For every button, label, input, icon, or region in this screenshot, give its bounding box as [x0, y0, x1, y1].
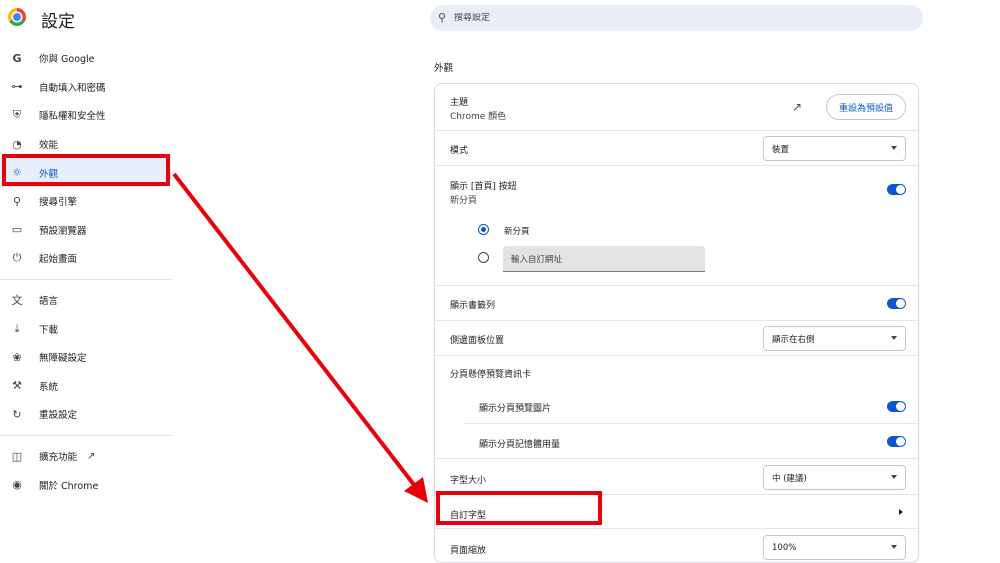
annotation-box-custom-fonts: [436, 491, 602, 525]
side-panel-select-value: 顯示在右側: [772, 334, 815, 345]
home-button-row: 顯示 [首頁] 按鈕 新分頁 新分頁 輸入自訂網址: [435, 165, 918, 285]
sidebar-item-downloads[interactable]: ⤓ 下載: [0, 314, 172, 343]
chevron-right-icon: [899, 509, 903, 515]
sidebar-item-search-engine[interactable]: ⚲ 搜尋引擎: [0, 187, 172, 216]
home-button-sub: 新分頁: [450, 196, 478, 206]
sidebar-item-label: 你與 Google: [39, 54, 95, 66]
reset-icon: ↻: [12, 407, 22, 421]
reset-theme-button[interactable]: 重設為預設值: [826, 94, 906, 120]
page-zoom-select-value: 100%: [772, 542, 797, 553]
tab-preview-image-row: 顯示分頁預覽圖片: [435, 389, 918, 423]
tab-preview-image-toggle[interactable]: [887, 401, 906, 412]
custom-url-radio[interactable]: [478, 252, 489, 263]
font-size-row: 字型大小 中 (建議): [435, 458, 918, 494]
tab-hover-label: 分頁懸停預覽資訊卡: [450, 370, 532, 380]
sidebar-item-label: 起始畫面: [39, 254, 78, 266]
dropdown-arrow-icon: [891, 336, 897, 340]
side-panel-label: 側邊面板位置: [450, 336, 505, 346]
sidebar-item-label: 語言: [39, 296, 59, 308]
bookmarks-bar-label: 顯示書籤列: [450, 301, 496, 311]
chrome-logo-icon: [8, 8, 26, 26]
tab-hover-row: 分頁懸停預覽資訊卡: [435, 355, 918, 389]
sidebar-item-label: 搜尋引擎: [39, 197, 78, 209]
sidebar-item-you-and-google[interactable]: G 你與 Google: [0, 44, 172, 73]
tab-memory-label: 顯示分頁記憶體用量: [479, 440, 561, 450]
sidebar-item-default-browser[interactable]: ▭ 預設瀏覽器: [0, 216, 172, 245]
bookmarks-bar-toggle[interactable]: [887, 298, 906, 309]
puzzle-icon: ◫: [11, 449, 23, 463]
sidebar-item-label: 效能: [39, 140, 59, 152]
font-size-select-value: 中 (建議): [772, 473, 807, 484]
mode-select-value: 裝置: [772, 144, 790, 155]
sidebar-item-system[interactable]: ⚒ 系統: [0, 372, 172, 401]
key-icon: ⊶: [11, 80, 23, 94]
theme-label: 主題: [450, 98, 469, 108]
sidebar-item-label: 重設設定: [39, 410, 78, 422]
sidebar: G 你與 Google ⊶ 自動填入和密碼 ⛨ 隱私權和安全性 ◔ 效能 ☼ 外…: [0, 44, 172, 499]
home-button-label: 顯示 [首頁] 按鈕: [450, 182, 517, 192]
accessibility-icon: ❀: [12, 350, 22, 364]
sidebar-item-on-startup[interactable]: ⏻ 起始畫面: [0, 244, 172, 273]
theme-value: Chrome 顏色: [450, 112, 507, 122]
page-zoom-label: 頁面縮放: [450, 546, 487, 556]
sidebar-item-label: 擴充功能: [39, 452, 78, 464]
bookmarks-bar-row: 顯示書籤列: [435, 285, 918, 320]
sidebar-item-privacy[interactable]: ⛨ 隱私權和安全性: [0, 101, 172, 130]
mode-select[interactable]: 裝置: [763, 136, 906, 161]
sidebar-item-label: 無障礙設定: [39, 353, 87, 365]
sidebar-item-about-chrome[interactable]: ◉ 關於 Chrome: [0, 470, 172, 499]
browser-window-icon: ▭: [11, 223, 23, 237]
new-tab-radio-label: 新分頁: [504, 227, 530, 237]
open-in-new-icon[interactable]: ↗: [792, 100, 802, 114]
annotation-box-appearance: [2, 154, 170, 186]
sidebar-item-label: 隱私權和安全性: [39, 111, 106, 123]
dropdown-arrow-icon: [891, 146, 897, 150]
divider: [0, 434, 172, 436]
power-icon: ⏻: [12, 251, 22, 265]
page-zoom-select[interactable]: 100%: [763, 535, 906, 560]
search-icon: ⚲: [12, 194, 22, 208]
sidebar-item-reset[interactable]: ↻ 重設設定: [0, 400, 172, 429]
tab-memory-row: 顯示分頁記憶體用量: [465, 423, 918, 458]
search-input[interactable]: [454, 13, 894, 23]
tab-memory-toggle[interactable]: [887, 436, 906, 447]
sidebar-item-label: 關於 Chrome: [39, 480, 99, 492]
dropdown-arrow-icon: [891, 475, 897, 479]
settings-page: 設定 ⚲ G 你與 Google ⊶ 自動填入和密碼 ⛨ 隱私權和安全性 ◔ 效…: [0, 0, 1000, 563]
sidebar-item-accessibility[interactable]: ❀ 無障礙設定: [0, 343, 172, 372]
page-zoom-row: 頁面縮放 100%: [435, 528, 918, 562]
wrench-icon: ⚒: [12, 379, 22, 393]
font-size-select[interactable]: 中 (建議): [763, 465, 906, 490]
divider: [0, 278, 172, 280]
shield-icon: ⛨: [12, 108, 22, 122]
tab-preview-image-label: 顯示分頁預覽圖片: [479, 404, 552, 414]
sidebar-item-label: 自動填入和密碼: [39, 82, 106, 94]
open-in-new-icon: ↗: [87, 450, 96, 462]
download-icon: ⤓: [14, 321, 20, 335]
page-title: 設定: [41, 12, 75, 32]
side-panel-select[interactable]: 顯示在右側: [763, 326, 906, 351]
side-panel-row: 側邊面板位置 顯示在右側: [435, 320, 918, 355]
speedometer-icon: ◔: [12, 137, 22, 151]
sidebar-item-label: 預設瀏覽器: [39, 225, 87, 237]
sidebar-item-label: 下載: [39, 324, 59, 336]
translate-icon: 文: [11, 294, 23, 308]
section-title: 外觀: [434, 63, 454, 74]
sidebar-item-languages[interactable]: 文 語言: [0, 286, 172, 315]
mode-row: 模式 裝置: [435, 130, 918, 165]
search-bar[interactable]: ⚲: [430, 5, 923, 31]
chrome-icon: ◉: [12, 478, 22, 492]
home-button-toggle[interactable]: [887, 184, 906, 195]
new-tab-radio[interactable]: [478, 224, 489, 235]
mode-label: 模式: [450, 146, 469, 156]
sidebar-item-extensions[interactable]: ◫ 擴充功能 ↗: [0, 442, 172, 471]
font-size-label: 字型大小: [450, 476, 487, 486]
theme-row: 主題 Chrome 顏色 ↗ 重設為預設值: [435, 84, 918, 130]
search-icon: ⚲: [438, 11, 447, 24]
custom-url-input[interactable]: 輸入自訂網址: [503, 246, 705, 272]
sidebar-item-label: 系統: [39, 381, 59, 393]
sidebar-item-autofill[interactable]: ⊶ 自動填入和密碼: [0, 73, 172, 102]
dropdown-arrow-icon: [891, 545, 897, 549]
google-icon: G: [12, 51, 22, 65]
